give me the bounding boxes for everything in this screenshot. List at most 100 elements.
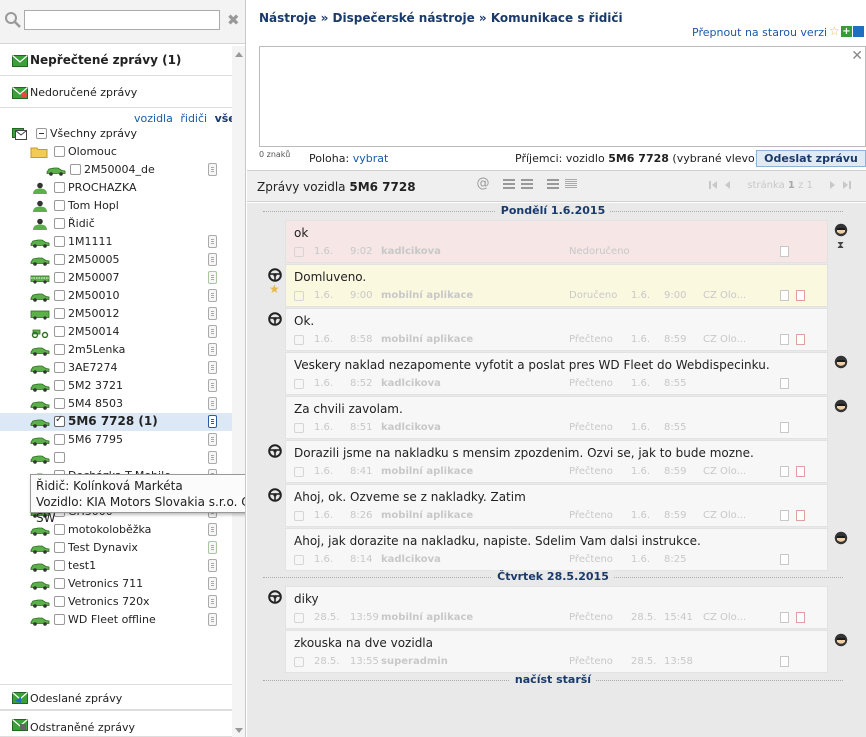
- collapse-icon[interactable]: [520, 177, 534, 191]
- message[interactable]: Ahoj, ok. Ozveme se z nakladky. Zatim 1.6…: [285, 484, 828, 527]
- tree-item[interactable]: Test Dynavix: [0, 539, 232, 557]
- compose-area[interactable]: ✕: [259, 46, 866, 147]
- left-scrollbar[interactable]: [232, 46, 245, 737]
- tree-item-checkbox[interactable]: [54, 308, 65, 319]
- message[interactable]: Za chvili zavolam. 1.6. 8:51 kadlcikova Přeč…: [285, 396, 828, 439]
- tree-item[interactable]: 5M6 7728 (1): [0, 413, 232, 431]
- load-older-link[interactable]: načíst starší: [509, 673, 597, 686]
- tree-item[interactable]: PROCHAZKA: [0, 179, 232, 197]
- scroll-up-icon[interactable]: [235, 52, 243, 57]
- message-checkbox[interactable]: [294, 335, 304, 345]
- list-view-icon[interactable]: [546, 177, 560, 191]
- tree-item-checkbox[interactable]: [54, 434, 65, 445]
- detail-view-icon[interactable]: [564, 177, 578, 191]
- message-checkbox[interactable]: [294, 613, 304, 623]
- filter-vehicles-link[interactable]: vozidla: [134, 112, 173, 125]
- tree-item-checkbox[interactable]: [54, 290, 65, 301]
- tree-item-checkbox[interactable]: [36, 128, 47, 139]
- star-icon[interactable]: ★: [269, 282, 280, 296]
- reply-document-icon[interactable]: [796, 334, 805, 345]
- tree-item[interactable]: 5M2 3721: [0, 377, 232, 395]
- document-icon[interactable]: [780, 554, 789, 565]
- document-icon[interactable]: [780, 422, 789, 433]
- message[interactable]: Ahoj, jak dorazite na nakladku, napiste.…: [285, 528, 828, 571]
- last-page-icon[interactable]: [849, 181, 852, 189]
- tree-item-checkbox[interactable]: [54, 272, 65, 283]
- reply-document-icon[interactable]: [796, 510, 805, 521]
- message-checkbox[interactable]: [294, 423, 304, 433]
- tree-item-checkbox[interactable]: [54, 452, 65, 463]
- folder-unread[interactable]: Nepřečtené zprávy (1): [0, 44, 232, 76]
- filter-drivers-link[interactable]: řidiči: [180, 112, 207, 125]
- document-icon[interactable]: [780, 334, 789, 345]
- message[interactable]: diky 28.5. 13:59 mobilní aplikace Přečteno 28…: [285, 586, 828, 629]
- tree-item[interactable]: 2M50007: [0, 269, 232, 287]
- message-checkbox[interactable]: [294, 657, 304, 667]
- search-input[interactable]: [24, 10, 220, 30]
- prev-page-icon[interactable]: [725, 181, 731, 189]
- tree-item-checkbox[interactable]: [54, 362, 65, 373]
- tree-item-checkbox[interactable]: [54, 344, 65, 355]
- first-page-icon[interactable]: [709, 181, 711, 189]
- tree-item[interactable]: 2M50005: [0, 251, 232, 269]
- folder-deleted[interactable]: Odstraněné zprávy: [0, 710, 232, 737]
- message[interactable]: Veskery naklad nezapomente vyfotit a pos…: [285, 352, 828, 395]
- message[interactable]: Dorazili jsme na nakladku s mensim zpozd…: [285, 440, 828, 483]
- email-icon[interactable]: @: [476, 177, 490, 191]
- document-icon[interactable]: [780, 466, 789, 477]
- document-icon[interactable]: [780, 290, 789, 301]
- document-icon[interactable]: [780, 612, 789, 623]
- tree-item[interactable]: 2M50010: [0, 287, 232, 305]
- folder-sent[interactable]: Odeslané zprávy: [0, 684, 232, 710]
- tree-item[interactable]: Vetronics 711: [0, 575, 232, 593]
- tree-item[interactable]: 2m5Lenka: [0, 341, 232, 359]
- tree-item[interactable]: 5M4 8503: [0, 395, 232, 413]
- tree-item-checkbox[interactable]: [54, 414, 65, 427]
- send-message-button[interactable]: Odeslat zprávu: [756, 150, 866, 167]
- add-icon[interactable]: +: [841, 25, 852, 37]
- message-checkbox[interactable]: [294, 291, 304, 301]
- tree-item[interactable]: Olomouc: [0, 143, 232, 161]
- reply-document-icon[interactable]: [796, 466, 805, 477]
- tree-item[interactable]: 3AE7274: [0, 359, 232, 377]
- old-version-link[interactable]: Přepnout na starou verzi: [692, 26, 827, 39]
- folder-undelivered[interactable]: Nedoručené zprávy: [0, 76, 232, 108]
- document-icon[interactable]: [780, 378, 789, 389]
- message-checkbox[interactable]: [294, 247, 304, 257]
- first-page-arrow-icon[interactable]: [712, 181, 717, 189]
- last-page-arrow-icon[interactable]: [843, 181, 849, 189]
- tree-item-checkbox[interactable]: [54, 560, 65, 571]
- document-icon[interactable]: [780, 656, 789, 667]
- tree-item[interactable]: 2M50014: [0, 323, 232, 341]
- tree-item-checkbox[interactable]: [54, 236, 65, 247]
- document-icon[interactable]: [780, 246, 789, 257]
- tree-item[interactable]: Řidič: [0, 215, 232, 233]
- tree-item-checkbox[interactable]: [54, 542, 65, 553]
- tree-item-checkbox[interactable]: [54, 380, 65, 391]
- tree-item[interactable]: test1: [0, 557, 232, 575]
- tree-item-checkbox[interactable]: [54, 146, 65, 157]
- tree-item-checkbox[interactable]: [54, 218, 65, 229]
- clear-search-icon[interactable]: ✖: [227, 11, 240, 29]
- message-checkbox[interactable]: [294, 467, 304, 477]
- tree-item-checkbox[interactable]: [54, 578, 65, 589]
- reply-document-icon[interactable]: [796, 290, 805, 301]
- tree-item[interactable]: WD Fleet offline: [0, 611, 232, 629]
- tree-item-checkbox[interactable]: [54, 596, 65, 607]
- tree-item-checkbox[interactable]: [54, 398, 65, 409]
- position-select-link[interactable]: vybrat: [353, 152, 389, 165]
- tree-item-checkbox[interactable]: [54, 182, 65, 193]
- expand-icon[interactable]: [502, 177, 516, 191]
- message-checkbox[interactable]: [294, 511, 304, 521]
- reply-document-icon[interactable]: [796, 612, 805, 623]
- tree-item-checkbox[interactable]: [54, 614, 65, 625]
- tree-item[interactable]: [0, 449, 232, 467]
- tree-item[interactable]: 2M50004_de: [0, 161, 232, 179]
- tree-item[interactable]: Všechny zprávy: [0, 125, 232, 143]
- tree-item[interactable]: Vetronics 720x: [0, 593, 232, 611]
- tree-item-checkbox[interactable]: [54, 326, 65, 337]
- close-compose-icon[interactable]: ✕: [851, 48, 863, 64]
- document-icon[interactable]: [780, 510, 789, 521]
- tree-item[interactable]: 2M50012: [0, 305, 232, 323]
- tree-item-checkbox[interactable]: [54, 200, 65, 211]
